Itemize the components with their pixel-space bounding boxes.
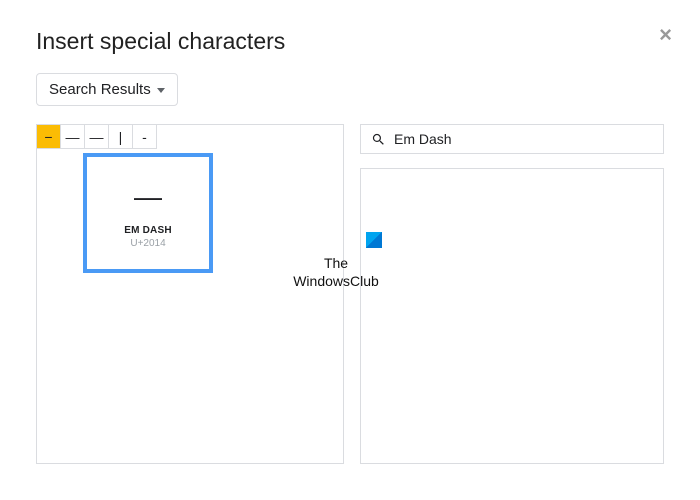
char-cell[interactable]: — [85,125,109,149]
insert-special-characters-dialog: × Insert special characters Search Resul… [0,0,700,500]
search-icon [371,132,386,147]
preview-name: EM DASH [124,225,172,236]
character-grid-panel: − — — | - — EM DASH U+2014 [36,124,344,464]
character-grid-column: − — — | - — EM DASH U+2014 [36,124,344,464]
character-preview-tooltip: — EM DASH U+2014 [83,153,213,273]
char-row: − — — | - [37,125,343,149]
search-column [360,124,664,464]
close-button[interactable]: × [659,24,672,46]
preview-glyph: — [134,183,162,211]
preview-unicode: U+2014 [130,238,165,249]
dialog-title: Insert special characters [36,28,664,55]
search-input[interactable] [394,131,653,147]
char-cell[interactable]: − [37,125,61,149]
content-row: − — — | - — EM DASH U+2014 [36,124,664,464]
char-cell[interactable]: - [133,125,157,149]
category-dropdown[interactable]: Search Results [36,73,178,106]
dropdown-label: Search Results [49,81,151,98]
char-cell[interactable]: | [109,125,133,149]
close-icon: × [659,22,672,47]
draw-panel[interactable] [360,168,664,464]
search-box[interactable] [360,124,664,154]
char-cell[interactable]: — [61,125,85,149]
caret-down-icon [157,88,165,93]
